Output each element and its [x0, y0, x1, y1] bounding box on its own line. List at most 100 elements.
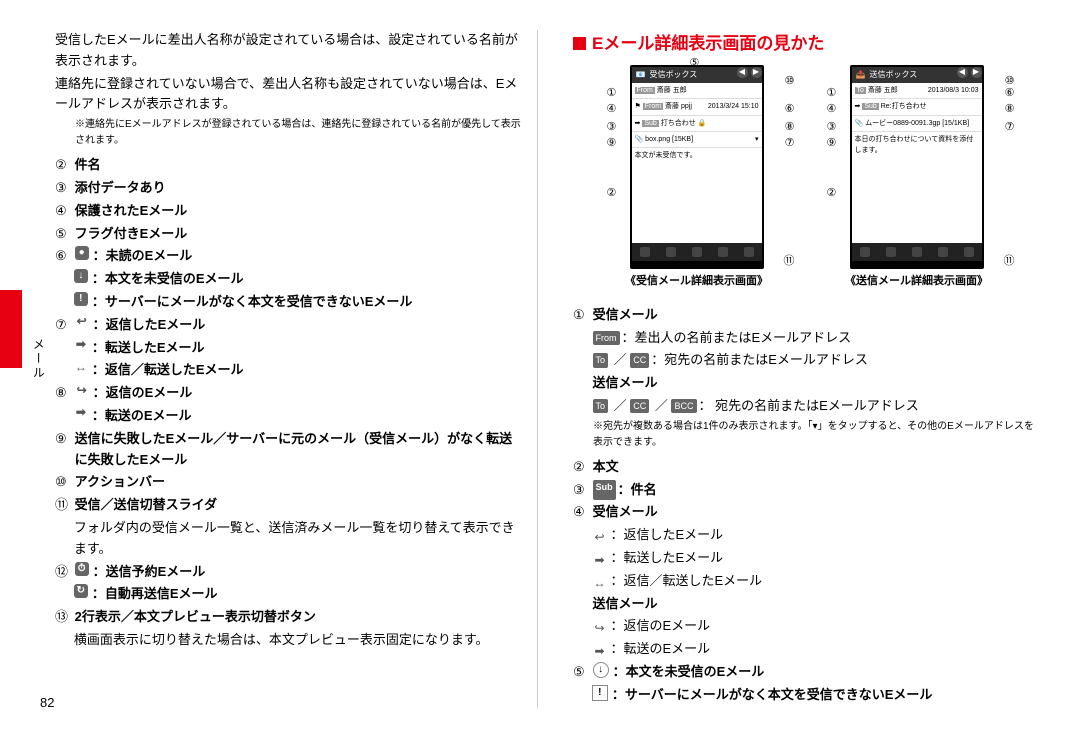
r-item-4-send: 送信メール: [573, 594, 1040, 615]
phone-1: 📧受信ボックス ◀▶ From 斎藤 五郎 ⚑ From 斎藤 ppjj 201…: [630, 65, 764, 269]
phone-1-caption: 《受信メール詳細表示画面》: [597, 273, 797, 291]
p2-callout-1: ①: [827, 85, 837, 103]
r-item-4e: ➡：転送のEメール: [573, 639, 1040, 660]
btm-ic-8: [912, 247, 922, 257]
callout-10: ⑩: [785, 73, 795, 91]
phone-2-header: 📤送信ボックス ◀▶: [852, 67, 982, 83]
p2-callout-3: ③: [827, 119, 837, 137]
reply-forward-icon-2: ↔: [593, 576, 607, 590]
item-2: ②件名: [55, 155, 522, 176]
para-1: 受信したEメールに差出人名称が設定されている場合は、設定されている名前が表示され…: [55, 30, 522, 72]
item-11-desc: フォルダ内の受信メール一覧と、送信済みメール一覧を切り替えて表示できます。: [55, 518, 522, 560]
callout-1: ①: [607, 85, 617, 103]
ph1-body: 本文が未受信です。: [632, 148, 762, 163]
reply-of-icon-2: ↪: [593, 622, 607, 636]
p2-callout-4: ④: [827, 101, 837, 119]
mail-out-icon: 📤: [856, 69, 866, 82]
sub-badge: Sub: [593, 480, 616, 501]
phone-1-header: 📧受信ボックス ◀▶: [632, 67, 762, 83]
p2-callout-6: ⑥: [1005, 85, 1015, 103]
p2-callout-2: ②: [827, 185, 837, 203]
r-item-1c: To ／ CC ／ BCC： 宛先の名前またはEメールアドレス: [573, 396, 1040, 417]
phone-2-body: To 斎藤 五郎 2013/08/3 10:03 ➡ Sub Re:打ち合わせ …: [852, 83, 982, 243]
bcc-badge: BCC: [671, 399, 696, 413]
btm-ic-5: [744, 247, 754, 257]
left-column: 受信したEメールに差出人名称が設定されている場合は、設定されている名前が表示され…: [0, 30, 538, 708]
reply-of-icon: ↪: [75, 383, 89, 397]
p2-callout-9: ⑨: [827, 135, 837, 153]
callout-8: ⑧: [785, 119, 795, 137]
forward-arrow-icon-2: ➡: [593, 554, 607, 568]
r-item-1b: To ／ CC：宛先の名前またはEメールアドレス: [573, 350, 1040, 371]
callout-4: ④: [607, 101, 617, 119]
phone-2: 📤送信ボックス ◀▶ To 斎藤 五郎 2013/08/3 10:03 ➡ Su…: [850, 65, 984, 269]
callout-6: ⑥: [785, 101, 795, 119]
scheduled-send-icon: ⏱: [75, 562, 89, 576]
p2-callout-8: ⑧: [1005, 101, 1015, 119]
phone-1-nav: ◀▶: [737, 67, 762, 78]
ph2-subj: ➡ Sub Re:打ち合わせ: [852, 99, 982, 115]
prev-icon-2: ◀: [957, 67, 968, 78]
callout-9: ⑨: [607, 135, 617, 153]
forward-of-icon-2: ➡: [593, 645, 607, 659]
warn-triangle-icon: !: [592, 685, 608, 701]
r-item-2: ②本文: [573, 457, 1040, 478]
item-6c: !：サーバーにメールがなく本文を受信できないEメール: [55, 292, 522, 313]
callout-7: ⑦: [785, 135, 795, 153]
item-12: ⑫⏱：送信予約Eメール: [55, 562, 522, 583]
red-square-icon: [573, 37, 586, 50]
btm-ic-6: [860, 247, 870, 257]
page: 受信したEメールに差出人名称が設定されている場合は、設定されている名前が表示され…: [0, 0, 1080, 728]
btm-ic-10: [964, 247, 974, 257]
item-11: ⑪受信／送信切替スライダ: [55, 495, 522, 516]
from-badge: From: [593, 331, 620, 345]
item-7: ⑦↩：返信したEメール: [55, 315, 522, 336]
item-8: ⑧↪：返信のEメール: [55, 383, 522, 404]
auto-resend-icon: ↻: [74, 584, 88, 598]
prev-icon: ◀: [737, 67, 748, 78]
r-item-4d: ↪：返信のEメール: [573, 616, 1040, 637]
item-5: ⑤フラグ付きEメール: [55, 224, 522, 245]
phone-1-body: From 斎藤 五郎 ⚑ From 斎藤 ppjj 2013/3/24 15:1…: [632, 83, 762, 243]
item-10: ⑩アクションバー: [55, 472, 522, 493]
phone-1-bottom: [632, 243, 762, 261]
item-6b: ↓：本文を未受信のEメール: [55, 269, 522, 290]
r-item-4: ④受信メール: [573, 502, 1040, 523]
item-3: ③添付データあり: [55, 178, 522, 199]
reply-arrow-icon: ↩: [75, 315, 89, 329]
item-6: ⑥●：未読のEメール: [55, 246, 522, 267]
item-4: ④保護されたEメール: [55, 201, 522, 222]
circle-down-icon: ↓: [593, 662, 609, 678]
r-item-1-send: 送信メール: [573, 373, 1040, 394]
item-8b: ➡：転送のEメール: [55, 406, 522, 427]
btm-ic-1: [640, 247, 650, 257]
r-item-5b: !：サーバーにメールがなく本文を受信できないEメール: [573, 685, 1040, 706]
ph2-attach: 📎 ムービー0889-0091.3gp [15/1KB]: [852, 116, 982, 132]
phone-1-wrap: ⑤ ① ④ ③ ⑨ ② ⑩ ⑥ ⑧ ⑦ ⑪ 📧受信ボックス ◀▶ From 斎藤: [597, 65, 797, 291]
btm-ic-9: [938, 247, 948, 257]
callout-11: ⑪: [784, 253, 795, 271]
r-item-5: ⑤↓：本文を未受信のEメール: [573, 662, 1040, 683]
reply-forward-icon: ↔: [74, 360, 88, 374]
download-icon: ↓: [74, 269, 88, 283]
para-2: 連絡先に登録されていない場合で、差出人名称も設定されていない場合は、Eメールアド…: [55, 74, 522, 116]
page-number: 82: [40, 693, 54, 714]
ph1-attach: 📎 box.png [15KB] ▾: [632, 132, 762, 148]
to-badge: To: [593, 353, 609, 367]
next-icon: ▶: [751, 67, 762, 78]
p2-callout-7: ⑦: [1005, 119, 1015, 137]
item-13: ⑬2行表示／本文プレビュー表示切替ボタン: [55, 607, 522, 628]
note-1: ※連絡先にEメールアドレスが登録されている場合は、連絡先に登録されている名前が優…: [55, 117, 522, 149]
item-13-desc: 横画面表示に切り替えた場合は、本文プレビュー表示固定になります。: [55, 630, 522, 651]
r-item-1: ①受信メール: [573, 305, 1040, 326]
forward-arrow-icon: ➡: [74, 338, 88, 352]
item-7b: ➡：転送したEメール: [55, 338, 522, 359]
right-column: Eメール詳細表示画面の見かた ⑤ ① ④ ③ ⑨ ② ⑩ ⑥ ⑧ ⑦ ⑪ 📧受信…: [538, 30, 1040, 708]
btm-ic-2: [666, 247, 676, 257]
r-item-4b: ➡：転送したEメール: [573, 548, 1040, 569]
to-badge-2: To: [593, 399, 609, 413]
r-item-4c: ↔：返信／転送したEメール: [573, 571, 1040, 592]
reply-arrow-icon-2: ↩: [593, 531, 607, 545]
phone-2-bottom: [852, 243, 982, 261]
ph2-body: 本日の打ち合わせについて資料を添付します。: [852, 132, 982, 158]
